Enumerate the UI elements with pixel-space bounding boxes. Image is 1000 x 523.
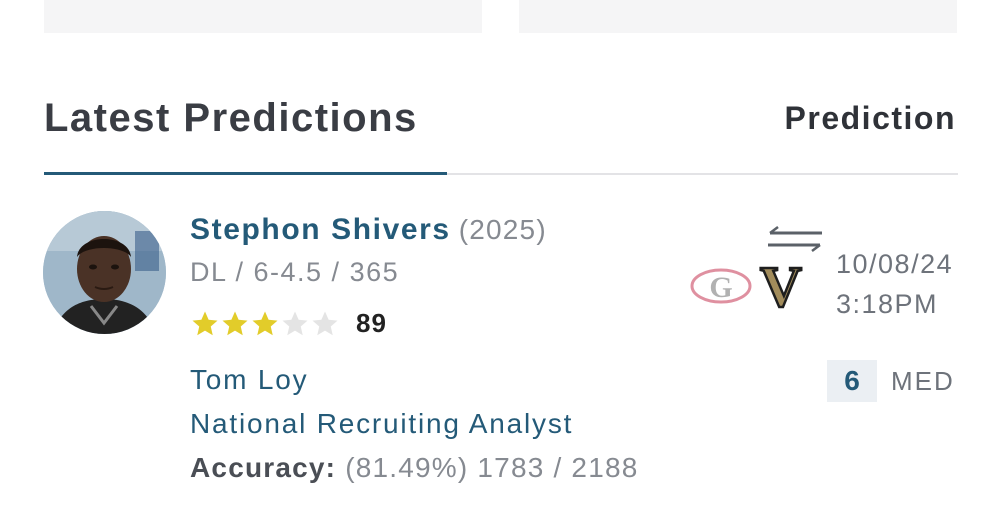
to-team-logo: V	[759, 260, 804, 312]
player-rating-row: 89	[190, 308, 387, 339]
flip-arrows-icon	[768, 226, 822, 252]
player-rating-score: 89	[356, 308, 387, 338]
player-heading: Stephon Shivers (2025)	[190, 213, 547, 247]
top-card-left[interactable]	[44, 0, 482, 33]
star-empty-icon	[312, 311, 338, 335]
star-filled-icon	[222, 311, 248, 335]
player-class-year: (2025)	[458, 214, 547, 245]
prediction-time: 3:18PM	[836, 289, 939, 319]
analyst-name-link[interactable]: Tom Loy	[190, 364, 308, 396]
from-team-logo: G	[690, 268, 752, 304]
prediction-date: 10/08/24	[836, 249, 954, 279]
confidence-score-badge: 6	[827, 360, 877, 402]
predictions-page: Latest Predictions Prediction Stephon Sh…	[0, 0, 1000, 523]
top-card-right[interactable]	[519, 0, 957, 33]
confidence-level: MED	[891, 365, 955, 396]
star-filled-icon	[252, 311, 278, 335]
accuracy-label: Accuracy:	[190, 452, 337, 483]
analyst-accuracy: Accuracy: (81.49%) 1783 / 2188	[190, 452, 639, 484]
analyst-title: National Recruiting Analyst	[190, 408, 574, 439]
svg-text:G: G	[709, 271, 732, 304]
confidence-indicator: 6 MED	[827, 360, 955, 402]
player-photo	[43, 211, 166, 334]
svg-text:V: V	[760, 260, 802, 312]
section-title: Latest Predictions	[44, 96, 418, 140]
player-name-link[interactable]: Stephon Shivers	[190, 213, 451, 246]
player-avatar[interactable]	[43, 211, 166, 334]
star-filled-icon	[192, 311, 218, 335]
star-empty-icon	[282, 311, 308, 335]
player-position-size: DL / 6-4.5 / 365	[190, 257, 400, 287]
section-divider-accent	[44, 172, 447, 175]
prediction-column-header: Prediction	[784, 100, 956, 136]
accuracy-value: (81.49%) 1783 / 2188	[345, 452, 639, 483]
star-rating	[190, 309, 340, 339]
